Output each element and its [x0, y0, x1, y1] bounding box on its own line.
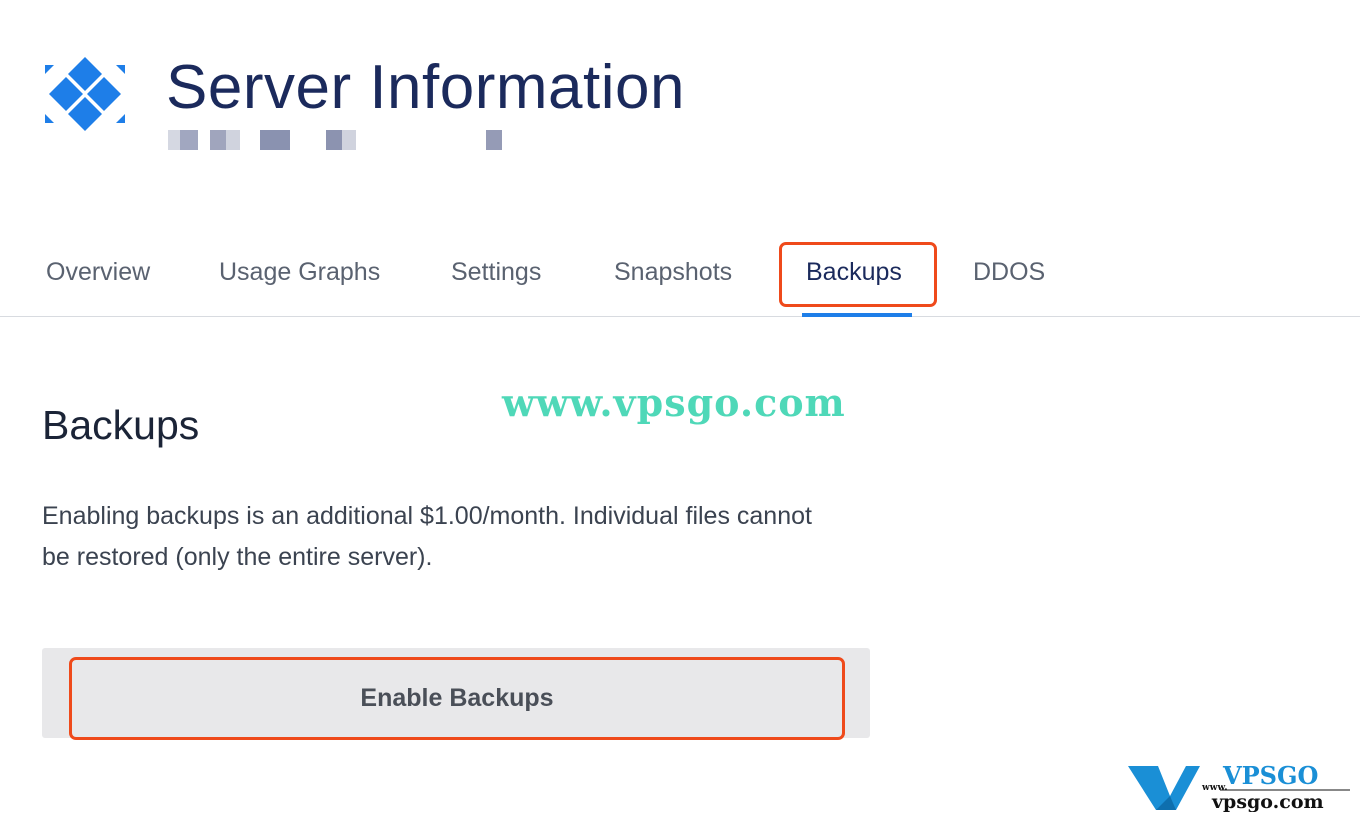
- button-highlight-box: [69, 657, 845, 740]
- tab-highlight-box: [779, 242, 937, 307]
- vpsgo-brand-logo: VPSGO www. vpsgo.com: [1128, 762, 1350, 812]
- logo-icon: [45, 57, 125, 131]
- server-subtitle-redacted: [168, 130, 502, 152]
- tab-usage-graphs[interactable]: Usage Graphs: [219, 258, 380, 287]
- tab-ddos[interactable]: DDOS: [973, 258, 1045, 287]
- tab-settings[interactable]: Settings: [451, 258, 541, 287]
- svg-text:vpsgo.com: vpsgo.com: [1211, 791, 1324, 812]
- svg-text:VPSGO: VPSGO: [1222, 762, 1318, 790]
- tab-snapshots[interactable]: Snapshots: [614, 258, 732, 287]
- tab-overview[interactable]: Overview: [46, 258, 150, 287]
- tabs-divider: [0, 316, 1360, 317]
- section-heading: Backups: [42, 402, 200, 448]
- backups-description: Enabling backups is an additional $1.00/…: [42, 502, 812, 571]
- active-tab-indicator: [802, 313, 912, 317]
- page-title: Server Information: [166, 53, 685, 122]
- watermark: www.vpsgo.com: [502, 380, 846, 425]
